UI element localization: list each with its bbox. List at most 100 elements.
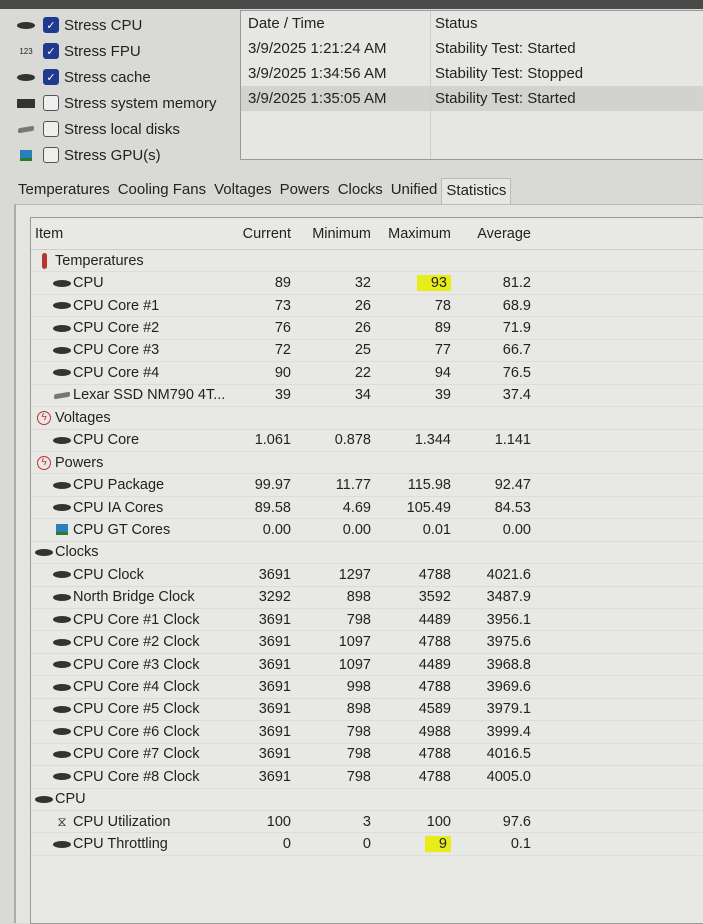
stress-option[interactable]: Stress GPU(s): [14, 142, 239, 168]
log-header-status[interactable]: Status: [431, 15, 478, 32]
max-text: 0.01: [422, 521, 451, 538]
log-header-datetime[interactable]: Date / Time: [241, 11, 431, 36]
clock-chip-icon: [35, 546, 53, 558]
tab-temperatures[interactable]: Temperatures: [14, 178, 114, 204]
table-row[interactable]: CPU Clock 3691 1297 4788 4021.6: [31, 564, 703, 587]
item-cell: CPU: [31, 275, 241, 291]
min-text: 3: [362, 813, 371, 830]
tab-cooling-fans[interactable]: Cooling Fans: [114, 178, 210, 204]
cpu-chip-icon: [14, 18, 38, 32]
table-row[interactable]: Lexar SSD NM790 4T... 39 34 39 37.4: [31, 385, 703, 408]
table-row[interactable]: CPU Core #5 Clock 3691 898 4589 3979.1: [31, 699, 703, 722]
cpu-chip-icon: [53, 344, 71, 356]
log-row[interactable]: 3/9/2025 1:35:05 AM Stability Test: Start…: [241, 86, 703, 111]
table-row[interactable]: CPU Core #1 Clock 3691 798 4489 3956.1: [31, 609, 703, 632]
group-row[interactable]: CPU: [31, 789, 703, 811]
stress-options: ✓ Stress CPU 123 ✓ Stress FPU ✓ Stress cache St…: [14, 12, 239, 168]
table-row[interactable]: CPU Core #2 Clock 3691 1097 4788 3975.6: [31, 631, 703, 654]
tab-unified[interactable]: Unified: [387, 178, 442, 204]
table-row[interactable]: CPU IA Cores 89.58 4.69 105.49 84.53: [31, 497, 703, 520]
table-row[interactable]: CPU Core #3 72 25 77 66.7: [31, 340, 703, 363]
min-text: 26: [354, 320, 371, 337]
table-row[interactable]: CPU Core #2 76 26 89 71.9: [31, 317, 703, 340]
tab-voltages[interactable]: Voltages: [210, 178, 276, 204]
tab-clocks[interactable]: Clocks: [334, 178, 387, 204]
checkbox[interactable]: [43, 121, 59, 137]
stress-option[interactable]: ✓ Stress CPU: [14, 12, 239, 38]
checkbox[interactable]: ✓: [43, 17, 59, 33]
column-header-cur[interactable]: Current: [241, 226, 303, 242]
item-name: CPU Core #1: [73, 297, 160, 314]
cpu-chip-icon: [53, 659, 71, 671]
chip-shape: [53, 324, 71, 332]
log-header: Date / Time Status: [241, 11, 703, 36]
cur-value: 39: [241, 387, 303, 403]
group-row[interactable]: ϟ Voltages: [31, 407, 703, 430]
log-status: Stability Test: Stopped: [435, 65, 584, 82]
cur-value: 100: [241, 814, 303, 830]
chip-shape: [53, 346, 71, 354]
cur-text: 0.00: [262, 521, 291, 538]
item-cell: CPU Core #3 Clock: [31, 657, 241, 673]
stress-option[interactable]: Stress system memory: [14, 90, 239, 116]
stress-option[interactable]: ✓ Stress cache: [14, 64, 239, 90]
min-text: 22: [354, 364, 371, 381]
cur-text: 73: [274, 297, 291, 314]
log-row[interactable]: 3/9/2025 1:34:56 AM Stability Test: Stopp…: [241, 61, 703, 86]
column-header-avg[interactable]: Average: [463, 226, 543, 242]
table-row[interactable]: CPU Core #1 73 26 78 68.9: [31, 295, 703, 318]
group-row[interactable]: Clocks: [31, 542, 703, 565]
table-row[interactable]: CPU Core #3 Clock 3691 1097 4489 3968.8: [31, 654, 703, 677]
cur-text: 3691: [258, 566, 291, 583]
column-header-item[interactable]: Item: [31, 226, 241, 242]
checkbox[interactable]: [43, 147, 59, 163]
table-row[interactable]: CPU Core #8 Clock 3691 798 4788 4005.0: [31, 766, 703, 789]
table-row[interactable]: CPU 89 32 93 81.2: [31, 272, 703, 295]
statistics-table[interactable]: Item Current Minimum Maximum Average Temperat…: [30, 217, 703, 924]
cpu-chip-icon: [53, 434, 71, 446]
table-row[interactable]: ⧖ CPU Utilization 100 3 100 97.6: [31, 811, 703, 834]
checkbox[interactable]: ✓: [43, 43, 59, 59]
tab-powers[interactable]: Powers: [276, 178, 334, 204]
tab-statistics[interactable]: Statistics: [441, 178, 512, 204]
min-text: 898: [346, 701, 371, 718]
avg-text: 68.9: [502, 297, 531, 314]
cur-text: 39: [274, 387, 291, 404]
avg-text: 76.5: [502, 364, 531, 381]
table-row[interactable]: CPU Package 99.97 11.77 115.98 92.47: [31, 474, 703, 497]
table-row[interactable]: CPU Core #7 Clock 3691 798 4788 4016.5: [31, 744, 703, 767]
event-log[interactable]: Date / Time Status 3/9/2025 1:21:24 AM Stab…: [240, 10, 703, 160]
item-name: CPU Core #3: [73, 342, 160, 359]
max-value: 4788: [383, 769, 463, 785]
table-row[interactable]: CPU Throttling 0 0 9 0.1: [31, 833, 703, 856]
table-row[interactable]: CPU GT Cores 0.00 0.00 0.01 0.00: [31, 519, 703, 542]
item-cell: CPU Core #2 Clock: [31, 634, 241, 650]
item-cell: ϟ Powers: [31, 455, 241, 471]
group-row[interactable]: ϟ Powers: [31, 452, 703, 475]
cur-value: 73: [241, 298, 303, 314]
item-name: CPU Core #2 Clock: [73, 634, 200, 651]
avg-value: 4021.6: [463, 567, 543, 583]
table-row[interactable]: CPU Core #4 90 22 94 76.5: [31, 362, 703, 385]
stress-option[interactable]: Stress local disks: [14, 116, 239, 142]
stress-option-label: Stress cache: [64, 68, 151, 86]
group-row[interactable]: Temperatures: [31, 250, 703, 273]
max-value: 100: [383, 814, 463, 830]
cpu-chip-icon: [53, 681, 71, 693]
min-value: 22: [303, 365, 383, 381]
avg-text: 4016.5: [486, 746, 531, 763]
table-row[interactable]: North Bridge Clock 3292 898 3592 3487.9: [31, 587, 703, 609]
column-header-max[interactable]: Maximum: [383, 226, 463, 242]
log-row[interactable]: 3/9/2025 1:21:24 AM Stability Test: Start…: [241, 36, 703, 61]
avg-text: 81.2: [502, 275, 531, 292]
min-text: 32: [354, 275, 371, 292]
stress-option[interactable]: 123 ✓ Stress FPU: [14, 38, 239, 64]
column-header-min[interactable]: Minimum: [303, 226, 383, 242]
cur-value: 3691: [241, 701, 303, 717]
table-row[interactable]: CPU Core #6 Clock 3691 798 4988 3999.4: [31, 721, 703, 744]
checkbox[interactable]: ✓: [43, 69, 59, 85]
avg-text: 3979.1: [486, 701, 531, 718]
table-row[interactable]: CPU Core 1.061 0.878 1.344 1.141: [31, 430, 703, 452]
checkbox[interactable]: [43, 95, 59, 111]
table-row[interactable]: CPU Core #4 Clock 3691 998 4788 3969.6: [31, 676, 703, 699]
